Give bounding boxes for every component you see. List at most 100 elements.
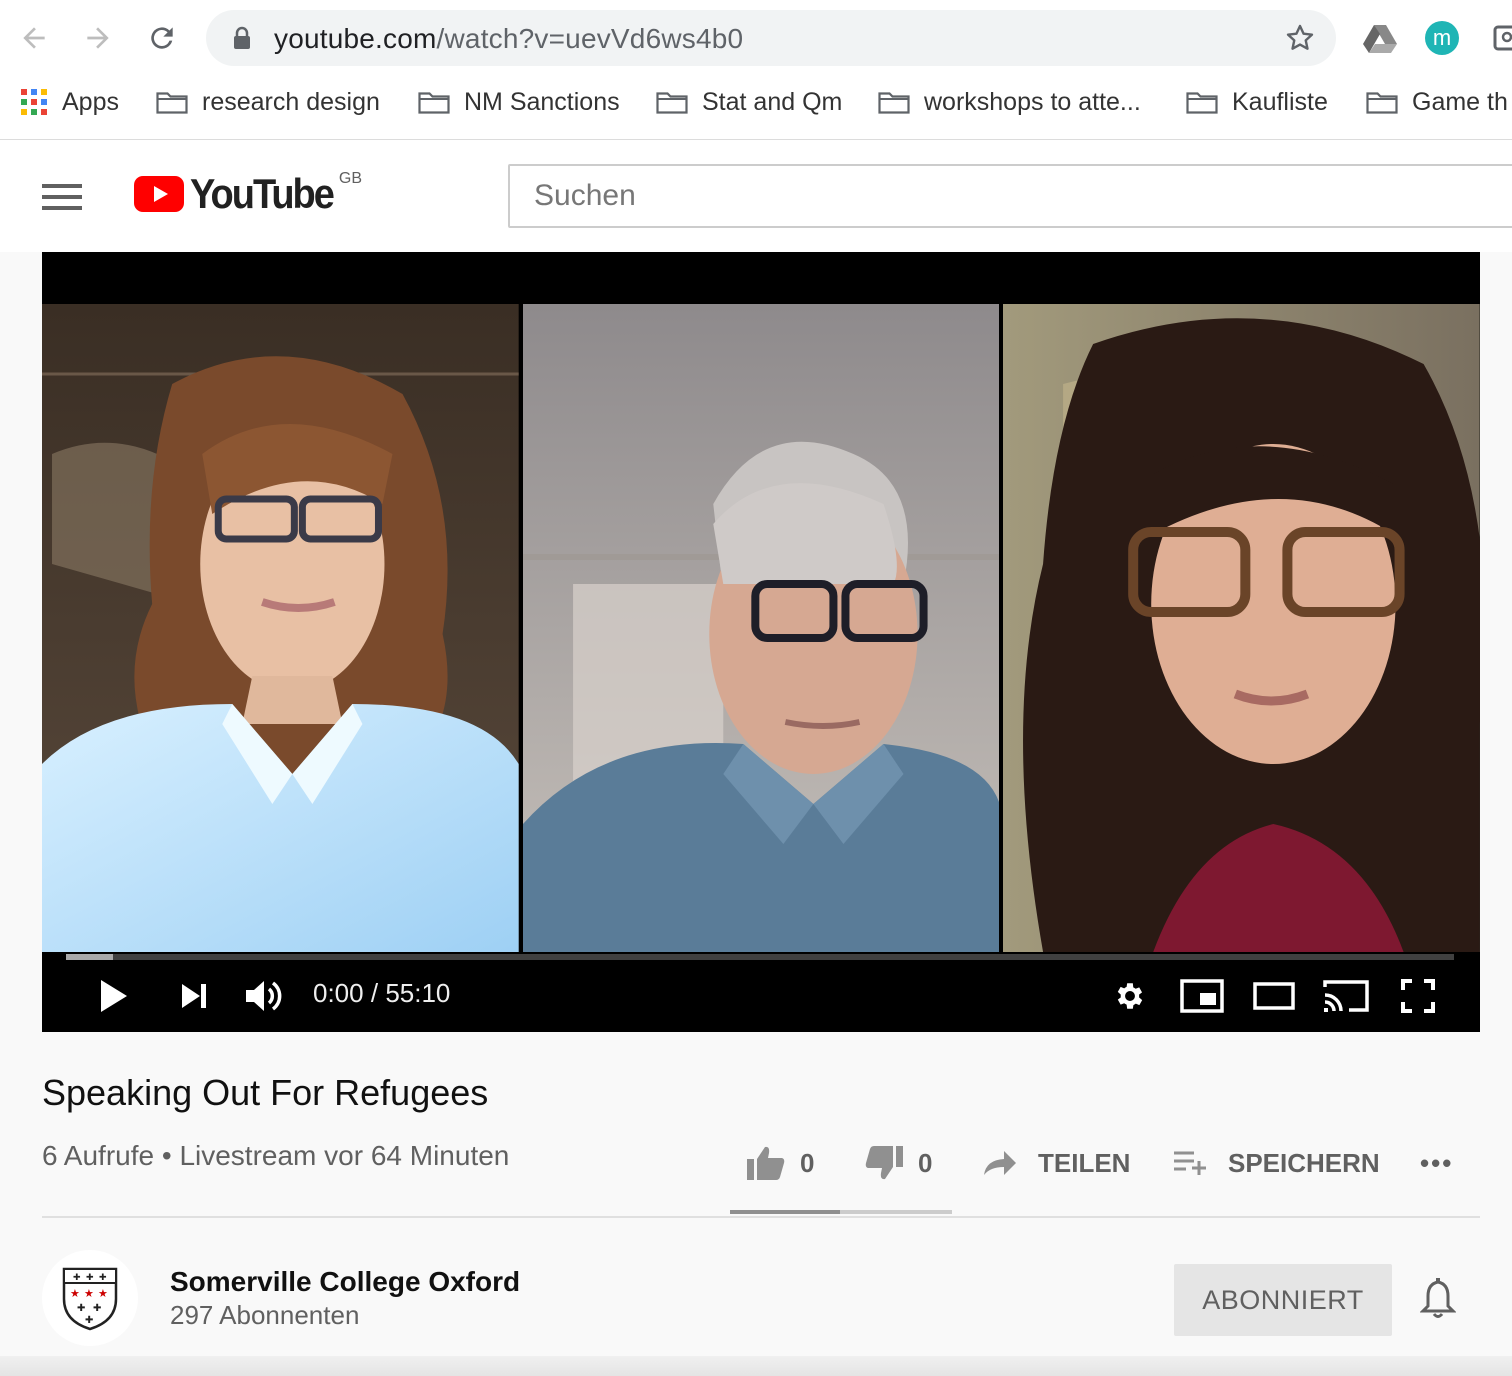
bookmark-nm-sanctions[interactable]: NM Sanctions	[418, 78, 620, 126]
youtube-header: YouTube GB	[0, 140, 1512, 252]
back-button[interactable]	[14, 18, 54, 58]
page-bottom-edge	[0, 1356, 1512, 1376]
folder-icon	[656, 92, 688, 114]
like-button[interactable]: 0	[746, 1140, 814, 1186]
next-button[interactable]	[174, 976, 214, 1016]
search-box	[508, 164, 1512, 228]
settings-button[interactable]	[1110, 976, 1150, 1016]
bookmark-workshops[interactable]: workshops to atte...	[878, 78, 1141, 126]
bookmark-stat-and-qm[interactable]: Stat and Qm	[656, 78, 842, 126]
svg-text:✚: ✚	[73, 1273, 81, 1283]
bookmark-kaufliste[interactable]: Kaufliste	[1186, 78, 1328, 126]
reload-button[interactable]	[142, 18, 182, 58]
profile-avatar: m	[1425, 21, 1459, 55]
next-icon	[182, 984, 206, 1008]
playlist-add-icon	[1174, 1151, 1206, 1175]
share-button[interactable]: TEILEN	[982, 1140, 1130, 1186]
svg-text:✚: ✚	[86, 1273, 94, 1283]
address-bar[interactable]: youtube.com/watch?v=uevVd6ws4b0	[206, 10, 1336, 66]
share-arrow-icon	[984, 1151, 1016, 1175]
volume-icon	[246, 981, 282, 1011]
extension-button[interactable]	[1486, 18, 1512, 58]
video-title: Speaking Out For Refugees	[42, 1072, 489, 1113]
youtube-play-logo-icon	[134, 176, 184, 212]
theater-mode-button[interactable]	[1252, 976, 1296, 1016]
channel-name[interactable]: Somerville College Oxford	[170, 1266, 520, 1298]
folder-icon	[1366, 92, 1398, 114]
fullscreen-button[interactable]	[1398, 976, 1438, 1016]
like-ratio-fill	[730, 1210, 840, 1214]
subscribe-button[interactable]: ABONNIERT	[1174, 1264, 1392, 1336]
save-label: SPEICHERN	[1228, 1147, 1380, 1178]
participant-image	[42, 304, 519, 952]
bookmark-research-design[interactable]: research design	[156, 78, 380, 126]
bookmark-label: NM Sanctions	[464, 87, 620, 116]
bell-icon	[1419, 1278, 1457, 1318]
notification-bell-button[interactable]	[1419, 1278, 1457, 1325]
dislike-count: 0	[918, 1147, 933, 1178]
channel-avatar[interactable]: ✚ ✚ ✚ ★ ★ ★ ✚ ✚ ✚	[42, 1250, 138, 1346]
dislike-button[interactable]: 0	[864, 1140, 932, 1186]
cast-button[interactable]	[1322, 976, 1370, 1016]
folder-icon	[878, 92, 910, 114]
arrow-left-icon	[23, 27, 45, 49]
play-icon	[101, 980, 127, 1012]
bookmarks-bar: Apps research design NM Sanctions Stat a…	[0, 78, 1512, 126]
miniplayer-button[interactable]	[1180, 976, 1224, 1016]
video-frame	[42, 304, 1481, 952]
folder-icon	[156, 92, 188, 114]
svg-text:★: ★	[84, 1287, 94, 1300]
video-player[interactable]: 0:00 / 55:10	[42, 252, 1481, 1032]
bookmark-label: Stat and Qm	[702, 87, 843, 116]
thumbs-down-icon	[865, 1146, 903, 1180]
subscriber-count: 297 Abonnenten	[170, 1300, 360, 1330]
divider	[42, 1216, 1480, 1218]
volume-button[interactable]	[242, 976, 286, 1016]
theater-mode-icon	[1253, 982, 1295, 1010]
search-input[interactable]	[510, 166, 1512, 226]
college-crest-icon: ✚ ✚ ✚ ★ ★ ★ ✚ ✚ ✚	[62, 1267, 118, 1331]
player-controls: 0:00 / 55:10	[42, 964, 1480, 1028]
time-separator: /	[370, 978, 379, 1008]
menu-icon[interactable]	[42, 184, 82, 210]
time-total: 55:10	[385, 978, 451, 1008]
more-icon: •••	[1420, 1147, 1454, 1178]
like-count: 0	[800, 1147, 815, 1178]
bookmark-label: Apps	[62, 87, 119, 116]
bookmark-label: Game th	[1412, 87, 1508, 116]
play-button[interactable]	[92, 976, 136, 1016]
arrow-right-icon	[87, 27, 109, 49]
bookmark-game-theory[interactable]: Game th	[1366, 78, 1508, 126]
progress-bar[interactable]	[66, 954, 1454, 960]
thumbs-up-icon	[747, 1146, 785, 1180]
svg-text:✚: ✚	[93, 1303, 101, 1314]
svg-text:✚: ✚	[85, 1315, 93, 1326]
forward-button[interactable]	[78, 18, 118, 58]
bookmark-star-icon[interactable]	[1284, 22, 1316, 54]
fullscreen-icon	[1401, 979, 1435, 1013]
more-actions-button[interactable]: •••	[1420, 1140, 1453, 1186]
lock-icon	[234, 26, 250, 49]
reload-icon	[151, 27, 173, 49]
bookmark-apps[interactable]: Apps	[20, 78, 119, 126]
participant-image	[1003, 304, 1481, 952]
share-label: TEILEN	[1038, 1147, 1131, 1178]
youtube-wordmark: YouTube	[190, 171, 335, 219]
apps-grid-icon	[21, 89, 47, 115]
save-button[interactable]: SPEICHERN	[1172, 1140, 1380, 1186]
url-text: youtube.com/watch?v=uevVd6ws4b0	[274, 23, 743, 55]
like-ratio-bar	[730, 1210, 952, 1214]
bookmark-label: research design	[202, 87, 380, 116]
cast-icon	[1323, 980, 1369, 1012]
browser-chrome: youtube.com/watch?v=uevVd6ws4b0 m Apps r…	[0, 0, 1512, 140]
drive-extension-button[interactable]	[1360, 18, 1400, 58]
url-host: youtube.com	[274, 23, 437, 54]
miniplayer-icon	[1180, 979, 1224, 1013]
gear-icon	[1117, 983, 1143, 1009]
video-meta: 6 Aufrufe • Livestream vor 64 Minuten	[42, 1140, 510, 1171]
folder-icon	[418, 92, 450, 114]
svg-text:★: ★	[70, 1287, 80, 1300]
profile-button[interactable]: m	[1422, 18, 1462, 58]
youtube-logo[interactable]: YouTube GB	[134, 170, 362, 218]
participant-tile-right	[1003, 304, 1481, 952]
